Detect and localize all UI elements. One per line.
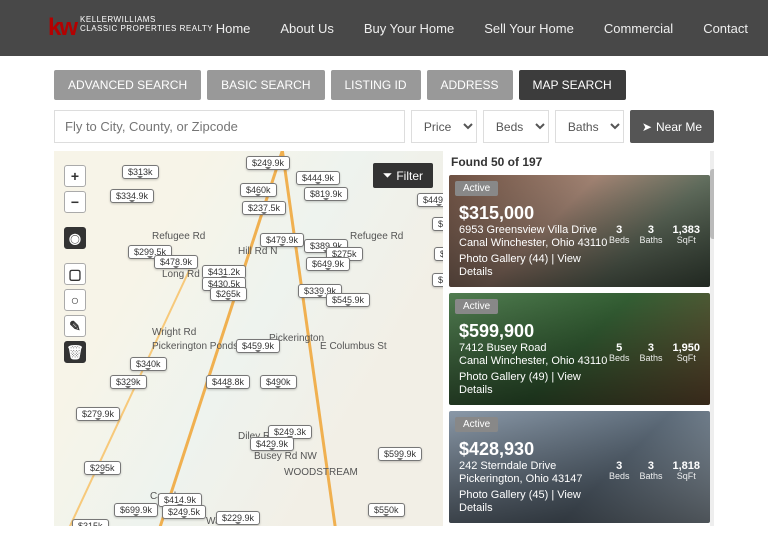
nav-home[interactable]: Home [216,21,251,36]
listing-street: 242 Sterndale Drive [459,460,609,473]
listing-price: $315,000 [459,203,700,224]
pencil-tool[interactable]: ✎ [64,315,86,337]
filter-button[interactable]: ⏷ Filter [373,163,433,188]
map-label: Wright Rd [152,327,196,338]
price-marker[interactable]: $329k [110,375,147,389]
status-badge: Active [455,299,498,314]
price-marker[interactable]: $545.9k [326,293,370,307]
listing-street: 6953 Greensview Villa Drive [459,224,609,237]
main-nav: Home About Us Buy Your Home Sell Your Ho… [216,21,748,36]
results-count: Found 50 of 197 [449,151,714,175]
price-marker[interactable]: $489.9k [432,217,443,231]
status-badge: Active [455,181,498,196]
scrollbar-thumb[interactable] [710,169,714,239]
price-marker[interactable]: $315k [72,519,109,526]
price-marker[interactable]: $478.9k [154,255,198,269]
price-marker[interactable]: $249.5k [162,505,206,519]
search-tabs: ADVANCED SEARCH BASIC SEARCH LISTING ID … [54,70,714,100]
results-pane: Found 50 of 197 Active $315,000 6953 Gre… [449,151,714,526]
logo-line2: CLASSIC PROPERTIES REALTY [80,25,213,34]
price-marker[interactable]: $460k [240,183,277,197]
map-label: E Columbus St [320,341,387,352]
price-marker[interactable]: $369.9k [432,273,443,287]
price-marker[interactable]: $295k [84,461,121,475]
beds-select[interactable]: Beds [483,110,549,143]
map-label: Long Rd [162,269,200,280]
price-marker[interactable]: $340k [130,357,167,371]
nav-buy[interactable]: Buy Your Home [364,21,454,36]
map-label: Refugee Rd [350,231,403,242]
price-marker[interactable]: $550k [368,503,405,517]
globe-button[interactable]: ◉ [64,227,86,249]
price-marker[interactable]: $479.9k [260,233,304,247]
listing-links[interactable]: Photo Gallery (49) | View Details [459,371,609,397]
listing-cards[interactable]: Active $315,000 6953 Greensview Villa Dr… [449,175,714,526]
price-marker[interactable]: $459.9k [236,339,280,353]
listing-price: $599,900 [459,321,700,342]
price-marker[interactable]: $334.9k [110,189,154,203]
logo-mark: kw [48,16,76,40]
listing-city: Canal Winchester, Ohio 43110 [459,355,609,368]
listing-links[interactable]: Photo Gallery (44) | View Details [459,253,609,279]
map-label: Busey Rd NW [254,451,317,462]
listing-city: Canal Winchester, Ohio 43110 [459,237,609,250]
listing-street: 7412 Busey Road [459,342,609,355]
tab-map-search[interactable]: MAP SEARCH [519,70,626,100]
price-marker[interactable]: $819.9k [304,187,348,201]
price-marker[interactable]: $699.9k [114,503,158,517]
nav-contact[interactable]: Contact [703,21,748,36]
brand-logo[interactable]: kw KELLERWILLIAMS CLASSIC PROPERTIES REA… [48,16,213,40]
price-marker[interactable]: $448.8k [206,375,250,389]
search-section: ADVANCED SEARCH BASIC SEARCH LISTING ID … [0,56,768,151]
map-controls: + − ◉ ▢ ○ ✎ 🗑 [64,165,86,363]
zoom-in-button[interactable]: + [64,165,86,187]
price-marker[interactable]: $313k [122,165,159,179]
price-marker[interactable]: $279.9k [76,407,120,421]
listing-card[interactable]: Active $315,000 6953 Greensview Villa Dr… [449,175,710,287]
location-arrow-icon: ➤ [642,120,652,134]
zoom-out-button[interactable]: − [64,191,86,213]
price-marker[interactable]: $444.9k [296,171,340,185]
listing-links[interactable]: Photo Gallery (45) | View Details [459,489,609,515]
near-me-button[interactable]: ➤ Near Me [630,110,714,143]
site-header: kw KELLERWILLIAMS CLASSIC PROPERTIES REA… [0,0,768,56]
price-marker[interactable]: $237.5k [242,201,286,215]
tab-address[interactable]: ADDRESS [427,70,513,100]
rectangle-tool[interactable]: ▢ [64,263,86,285]
map-label: Refugee Rd [152,231,205,242]
main-split: PickeringtonE Columbus StPickerington Po… [0,151,768,526]
price-marker[interactable]: $490k [260,375,297,389]
nav-about[interactable]: About Us [280,21,333,36]
tab-listing-id[interactable]: LISTING ID [331,70,421,100]
price-marker[interactable]: $449.9k [417,193,443,207]
map-label: Pickerington Ponds [152,341,238,352]
nav-sell[interactable]: Sell Your Home [484,21,574,36]
search-bar: Price Beds Baths ➤ Near Me [54,110,714,143]
circle-tool[interactable]: ○ [64,289,86,311]
tab-basic[interactable]: BASIC SEARCH [207,70,324,100]
listing-city: Pickerington, Ohio 43147 [459,473,609,486]
price-select[interactable]: Price [411,110,477,143]
baths-select[interactable]: Baths [555,110,624,143]
price-marker[interactable]: $249.9k [246,156,290,170]
fly-to-input[interactable] [54,110,405,143]
price-marker[interactable]: $229.9k [216,511,260,525]
listing-card[interactable]: Active $428,930 242 Sterndale Drive Pick… [449,411,710,523]
trash-tool[interactable]: 🗑 [64,341,86,363]
tab-advanced[interactable]: ADVANCED SEARCH [54,70,201,100]
price-marker[interactable]: $405.5k [434,247,443,261]
price-marker[interactable]: $265k [210,287,247,301]
listing-price: $428,930 [459,439,700,460]
map-pane[interactable]: PickeringtonE Columbus StPickerington Po… [54,151,443,526]
map-label: WOODSTREAM [284,467,358,478]
price-marker[interactable]: $599.9k [378,447,422,461]
listing-card[interactable]: Active $599,900 7412 Busey Road Canal Wi… [449,293,710,405]
map-label: Hill Rd N [238,246,277,257]
funnel-icon: ⏷ [383,168,393,183]
price-marker[interactable]: $649.9k [306,257,350,271]
status-badge: Active [455,417,498,432]
nav-commercial[interactable]: Commercial [604,21,673,36]
price-marker[interactable]: $429.9k [250,437,294,451]
